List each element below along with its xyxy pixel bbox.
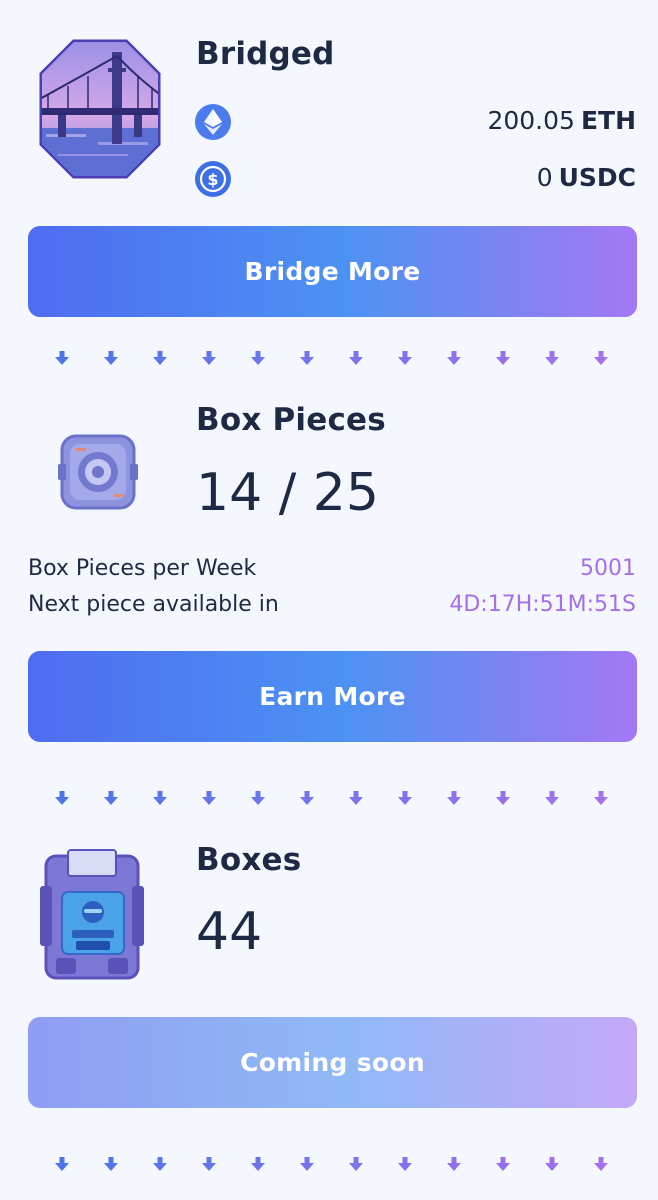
arrow-divider [52,1156,612,1174]
coming-soon-button[interactable]: Coming soon [28,1017,637,1108]
arrow-down-icon [52,790,72,808]
usdc-icon: $ [195,161,231,197]
eth-amount-value: 200.05 [487,106,575,135]
arrow-divider [52,790,612,808]
earn-more-button[interactable]: Earn More [28,651,637,742]
arrow-down-icon [199,1156,219,1174]
arrow-divider [52,350,612,368]
arrow-down-icon [346,1156,366,1174]
box-pieces-count: 14 / 25 [196,463,379,523]
next-piece-label: Next piece available in [28,592,279,617]
arrow-down-icon [591,790,611,808]
lucky-box-image [40,846,144,984]
arrow-down-icon [444,350,464,368]
arrow-down-icon [493,1156,513,1174]
arrow-down-icon [591,350,611,368]
arrow-down-icon [542,350,562,368]
arrow-down-icon [150,790,170,808]
arrow-down-icon [248,790,268,808]
bridge-image [38,38,162,180]
arrow-down-icon [395,1156,415,1174]
arrow-down-icon [297,1156,317,1174]
arrow-down-icon [297,350,317,368]
eth-balance: 200.05 ETH [487,106,636,135]
pieces-per-week-label: Box Pieces per Week [28,556,257,581]
eth-unit: ETH [580,106,636,135]
arrow-down-icon [444,1156,464,1174]
box-pieces-title: Box Pieces [196,402,386,438]
pieces-per-week-value: 5001 [580,556,636,581]
usdc-amount-value: 0 [536,163,553,192]
arrow-down-icon [199,350,219,368]
arrow-down-icon [150,350,170,368]
arrow-down-icon [346,790,366,808]
usdc-unit: USDC [558,163,636,192]
boxes-title: Boxes [196,842,302,878]
arrow-down-icon [395,350,415,368]
ethereum-icon [195,104,231,140]
arrow-down-icon [101,790,121,808]
arrow-down-icon [493,790,513,808]
usdc-balance: 0 USDC [537,163,636,192]
rewards-page: Bridged 200.05ETH $ 0USDC Bridge More [0,0,658,1200]
arrow-down-icon [101,350,121,368]
next-piece-countdown: 4D:17H:51M:51S [449,592,636,617]
arrow-down-icon [542,790,562,808]
bridge-more-button[interactable]: Bridge More [28,226,637,317]
arrow-down-icon [52,1156,72,1174]
arrow-down-icon [52,350,72,368]
svg-text:$: $ [207,170,218,189]
arrow-down-icon [395,790,415,808]
boxes-count: 44 [196,902,263,962]
arrow-down-icon [493,350,513,368]
arrow-down-icon [444,790,464,808]
box-piece-image [56,430,140,514]
arrow-down-icon [101,1156,121,1174]
arrow-down-icon [591,1156,611,1174]
bridged-title: Bridged [196,36,335,72]
arrow-down-icon [248,350,268,368]
arrow-down-icon [297,790,317,808]
arrow-down-icon [542,1156,562,1174]
arrow-down-icon [199,790,219,808]
arrow-down-icon [248,1156,268,1174]
arrow-down-icon [346,350,366,368]
arrow-down-icon [150,1156,170,1174]
